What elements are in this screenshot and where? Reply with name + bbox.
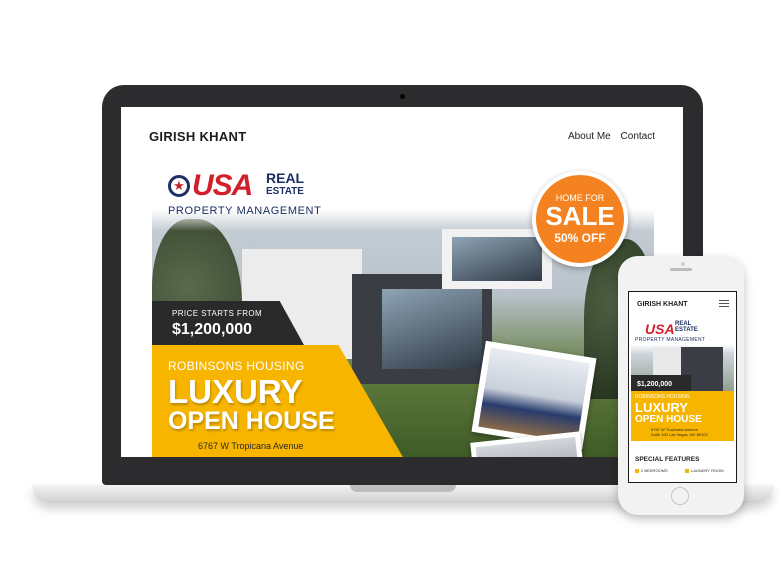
feature-item: 2 BEDROOMS — [635, 468, 668, 473]
sale-badge-discount: 50% OFF — [554, 231, 606, 245]
logo-usa-text: USA — [192, 169, 253, 202]
banner-headline-luxury: LUXURY — [168, 373, 303, 410]
phone-frame: GIRISH KHANT USA REAL ESTATE PROPERTY MA… — [618, 256, 744, 515]
nav-link-about-me[interactable]: About Me — [568, 131, 611, 142]
phone-camera — [681, 262, 685, 266]
laptop-frame: GIRISH KHANT About Me Contact ★ USA REAL… — [102, 85, 703, 485]
banner-address: 6767 W Tropicana Avenue — [198, 441, 304, 451]
phone-speaker — [670, 268, 692, 271]
phone-headline-luxury: LUXURY — [635, 400, 688, 415]
phone-logo-usa-text: USA — [645, 321, 675, 337]
phone-home-button[interactable] — [671, 487, 689, 505]
star-icon: ★ — [168, 175, 190, 197]
price-box: PRICE STARTS FROM $1,200,000 — [152, 301, 304, 345]
phone-site-title[interactable]: GIRISH KHANT — [637, 301, 688, 308]
laptop-notch — [350, 485, 456, 492]
phone-price-value: $1,200,000 — [637, 381, 673, 388]
nav-link-contact[interactable]: Contact — [621, 131, 655, 142]
feature-item: LAUNDRY ROOM — [685, 468, 724, 473]
phone-hero-banner: USA REAL ESTATE PROPERTY MANAGEMENT $1,2… — [631, 317, 734, 441]
site-header: GIRISH KHANT About Me Contact — [121, 107, 683, 159]
site-title[interactable]: GIRISH KHANT — [149, 129, 247, 144]
special-features-heading: SPECIAL FEATURES — [635, 456, 700, 463]
laptop-camera — [400, 94, 405, 99]
phone-logo-subtitle: PROPERTY MANAGEMENT — [635, 337, 706, 343]
phone-price-box: $1,200,000 — [631, 375, 691, 391]
hero-banner-image: ★ USA REAL ESTATE PROPERTY MANAGEMENT HO… — [152, 159, 654, 457]
phone-screen: GIRISH KHANT USA REAL ESTATE PROPERTY MA… — [628, 291, 737, 483]
banner-headline-open-house: OPEN HOUSE — [168, 407, 335, 435]
phone-headline-open-house: OPEN HOUSE — [635, 414, 702, 425]
price-value: $1,200,000 — [172, 321, 253, 338]
sale-badge: HOME FOR SALE 50% OFF — [532, 171, 628, 267]
phone-banner-address: 6767 W Tropicana Avenue Suite 100 Las Ve… — [651, 427, 708, 437]
laptop-screen: GIRISH KHANT About Me Contact ★ USA REAL… — [121, 107, 683, 457]
banner-subtitle: ROBINSONS HOUSING — [168, 359, 305, 373]
logo-real-estate-text: REAL ESTATE — [266, 170, 305, 197]
site-nav: About Me Contact — [561, 131, 655, 142]
phone-logo-real-estate-text: REAL ESTATE — [675, 321, 698, 333]
price-label: PRICE STARTS FROM — [172, 309, 263, 318]
hamburger-menu-icon[interactable] — [719, 300, 729, 309]
phone-headline-box: ROBINSONS HOUSING LUXURY OPEN HOUSE 6767… — [631, 391, 734, 441]
sale-badge-title: SALE — [545, 201, 615, 231]
logo-subtitle: PROPERTY MANAGEMENT — [168, 205, 322, 217]
